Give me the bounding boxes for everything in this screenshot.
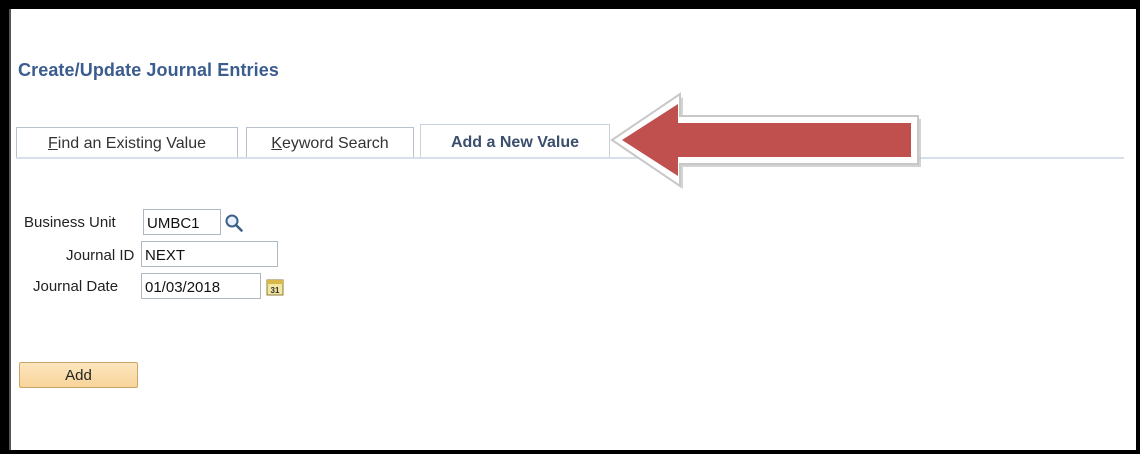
screenshot-border-bottom [0,450,1140,454]
red-arrow-annotation-icon [610,92,921,189]
tab-keyword-accesskey: K [271,135,282,152]
tab-keyword-search[interactable]: Keyword Search [246,127,414,157]
business-unit-label: Business Unit [24,214,116,231]
journal-date-input[interactable] [141,273,261,299]
journal-id-input[interactable] [141,241,278,267]
screenshot-border-inner [9,9,11,450]
tab-find-label: ind an Existing Value [57,135,207,152]
journal-id-label: Journal ID [66,247,135,264]
calendar-icon[interactable]: 31 [266,278,284,296]
tab-add-label: Add a New Value [450,134,580,151]
journal-date-label: Journal Date [33,278,119,295]
business-unit-input[interactable] [143,209,221,235]
tab-add-new-value[interactable]: Add a New Value [420,124,610,158]
screenshot-border-top [0,0,1140,9]
magnifier-lookup-icon[interactable] [224,213,244,233]
tab-keyword-label: eyword Search [281,135,389,152]
tab-divider-line [16,157,1124,159]
screenshot-border-left [0,0,9,454]
tab-find-accesskey: F [47,135,58,152]
screenshot-border-right [1136,0,1140,454]
tab-find-existing-value[interactable]: Find an Existing Value [16,127,238,157]
calendar-day-text: 31 [271,286,280,295]
page-title: Create/Update Journal Entries [18,60,279,80]
add-button[interactable]: Add [19,362,138,388]
